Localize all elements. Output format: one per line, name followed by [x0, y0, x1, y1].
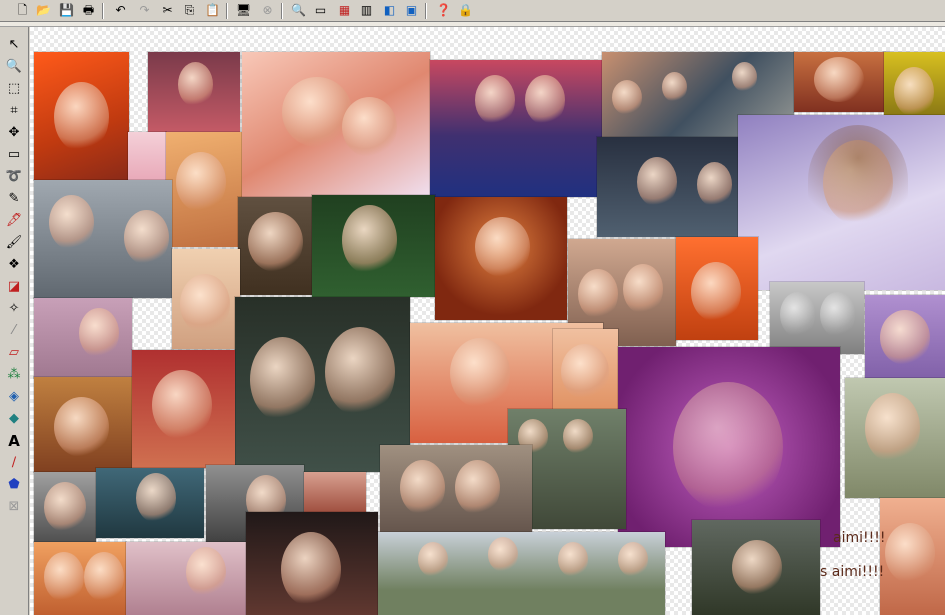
photo-tile	[770, 282, 864, 354]
photo-tile	[246, 512, 378, 615]
photo-tile	[430, 60, 602, 197]
image-size-icon[interactable]: ▭	[312, 2, 329, 19]
photo-tile	[304, 472, 366, 512]
toolbar-separator	[226, 3, 228, 19]
eraser-icon[interactable]: ▱	[4, 343, 24, 363]
photo-tile	[96, 468, 204, 538]
smudge-icon[interactable]: ⁄	[4, 321, 24, 341]
photo-tile	[618, 347, 840, 547]
color-replace-icon[interactable]: ◪	[4, 277, 24, 297]
photo-tile	[692, 520, 820, 615]
photo-tile	[865, 295, 945, 380]
window-icon[interactable]: ▣	[403, 2, 420, 19]
arrow-select-icon[interactable]: ↖	[4, 35, 24, 55]
save-icon[interactable]: 💾	[58, 2, 75, 19]
lock-icon[interactable]: 🔒	[457, 2, 474, 19]
brush-icon[interactable]: 🖌	[4, 233, 24, 253]
photo-caption-text: s aimi!!!!	[820, 564, 885, 580]
transparency-icon[interactable]: ⊠	[4, 497, 24, 517]
dropper-icon[interactable]: 🖋	[4, 211, 24, 231]
histogram-icon[interactable]: ▥	[358, 2, 375, 19]
layers-icon[interactable]: ◧	[381, 2, 398, 19]
photo-tile	[34, 377, 132, 472]
print-icon[interactable]: 🖶	[80, 2, 97, 19]
line-icon[interactable]: ∕	[4, 453, 24, 473]
shapes-icon[interactable]: ⬟	[4, 475, 24, 495]
disabled-tool-icon[interactable]: ⊗	[259, 2, 276, 19]
photo-tile	[126, 542, 246, 615]
toolbar-separator	[281, 3, 283, 19]
cut-icon[interactable]: ✂	[159, 2, 176, 19]
photo-tile	[435, 197, 567, 320]
diamond-icon[interactable]: ◆	[4, 409, 24, 429]
photo-tile	[148, 52, 240, 132]
photo-tile	[880, 498, 945, 615]
photo-tile	[34, 298, 132, 378]
photo-tile	[172, 249, 240, 349]
pencil-icon[interactable]: ✎	[4, 189, 24, 209]
clone-icon[interactable]: ❖	[4, 255, 24, 275]
tool-palette: ↖ 🔍 ⬚ ⌗ ✥ ▭ ➰ ✎ 🖋 🖌 ❖ ◪ ✧ ⁄ ▱ ⁂ ◈ ◆ A ∕ …	[0, 27, 29, 615]
photo-tile	[34, 472, 96, 542]
paste-icon[interactable]: 📋	[204, 2, 221, 19]
photo-tile	[132, 350, 235, 468]
crop-icon[interactable]: ⌗	[4, 101, 24, 121]
move-icon[interactable]: ✥	[4, 123, 24, 143]
screen-capture-icon[interactable]: 🖥	[235, 2, 252, 19]
photo-tile	[312, 195, 435, 297]
photo-tile	[166, 132, 242, 247]
photo-tile	[242, 52, 430, 197]
photo-caption-text: aimi!!!!	[833, 530, 886, 546]
photo-tile	[34, 542, 126, 615]
copy-icon[interactable]: ⎘	[181, 2, 198, 19]
spray-icon[interactable]: ⁂	[4, 365, 24, 385]
photo-tile	[380, 445, 532, 540]
zoom-tool-icon[interactable]: 🔍	[4, 57, 24, 77]
color-palette-icon[interactable]: ▦	[336, 2, 353, 19]
retouch-icon[interactable]: ✧	[4, 299, 24, 319]
photo-tile	[34, 180, 172, 298]
fill-icon[interactable]: ◈	[4, 387, 24, 407]
new-file-icon[interactable]: 🗋	[14, 2, 31, 19]
zoom-icon[interactable]: 🔍	[290, 2, 307, 19]
undo-icon[interactable]: ↶	[112, 2, 129, 19]
photo-tile	[34, 52, 129, 180]
text-icon[interactable]: A	[4, 431, 24, 451]
toolbar-separator	[425, 3, 427, 19]
photo-tile	[738, 115, 945, 290]
marquee-select-icon[interactable]: ⬚	[4, 79, 24, 99]
lasso-icon[interactable]: ➰	[4, 167, 24, 187]
photo-tile	[794, 52, 889, 112]
main-toolbar: 🗋 📂 💾 🖶 ↶ ↷ ✂ ⎘ 📋 🖥 ⊗ 🔍 ▭ ▦ ▥ ◧ ▣ ❓ 🔒	[0, 0, 945, 22]
toolbar-separator	[102, 3, 104, 19]
redo-icon[interactable]: ↷	[136, 2, 153, 19]
help-pointer-icon[interactable]: ❓	[435, 2, 452, 19]
photo-tile	[128, 132, 166, 182]
photo-tile	[845, 378, 945, 498]
photo-tile	[676, 237, 758, 340]
photo-tile	[553, 329, 618, 414]
open-folder-icon[interactable]: 📂	[35, 2, 52, 19]
photo-tile	[238, 197, 313, 295]
rectangle-select-icon[interactable]: ▭	[4, 145, 24, 165]
photo-tile	[378, 532, 665, 615]
image-canvas[interactable]: aimi!!!! s aimi!!!!	[30, 27, 945, 615]
